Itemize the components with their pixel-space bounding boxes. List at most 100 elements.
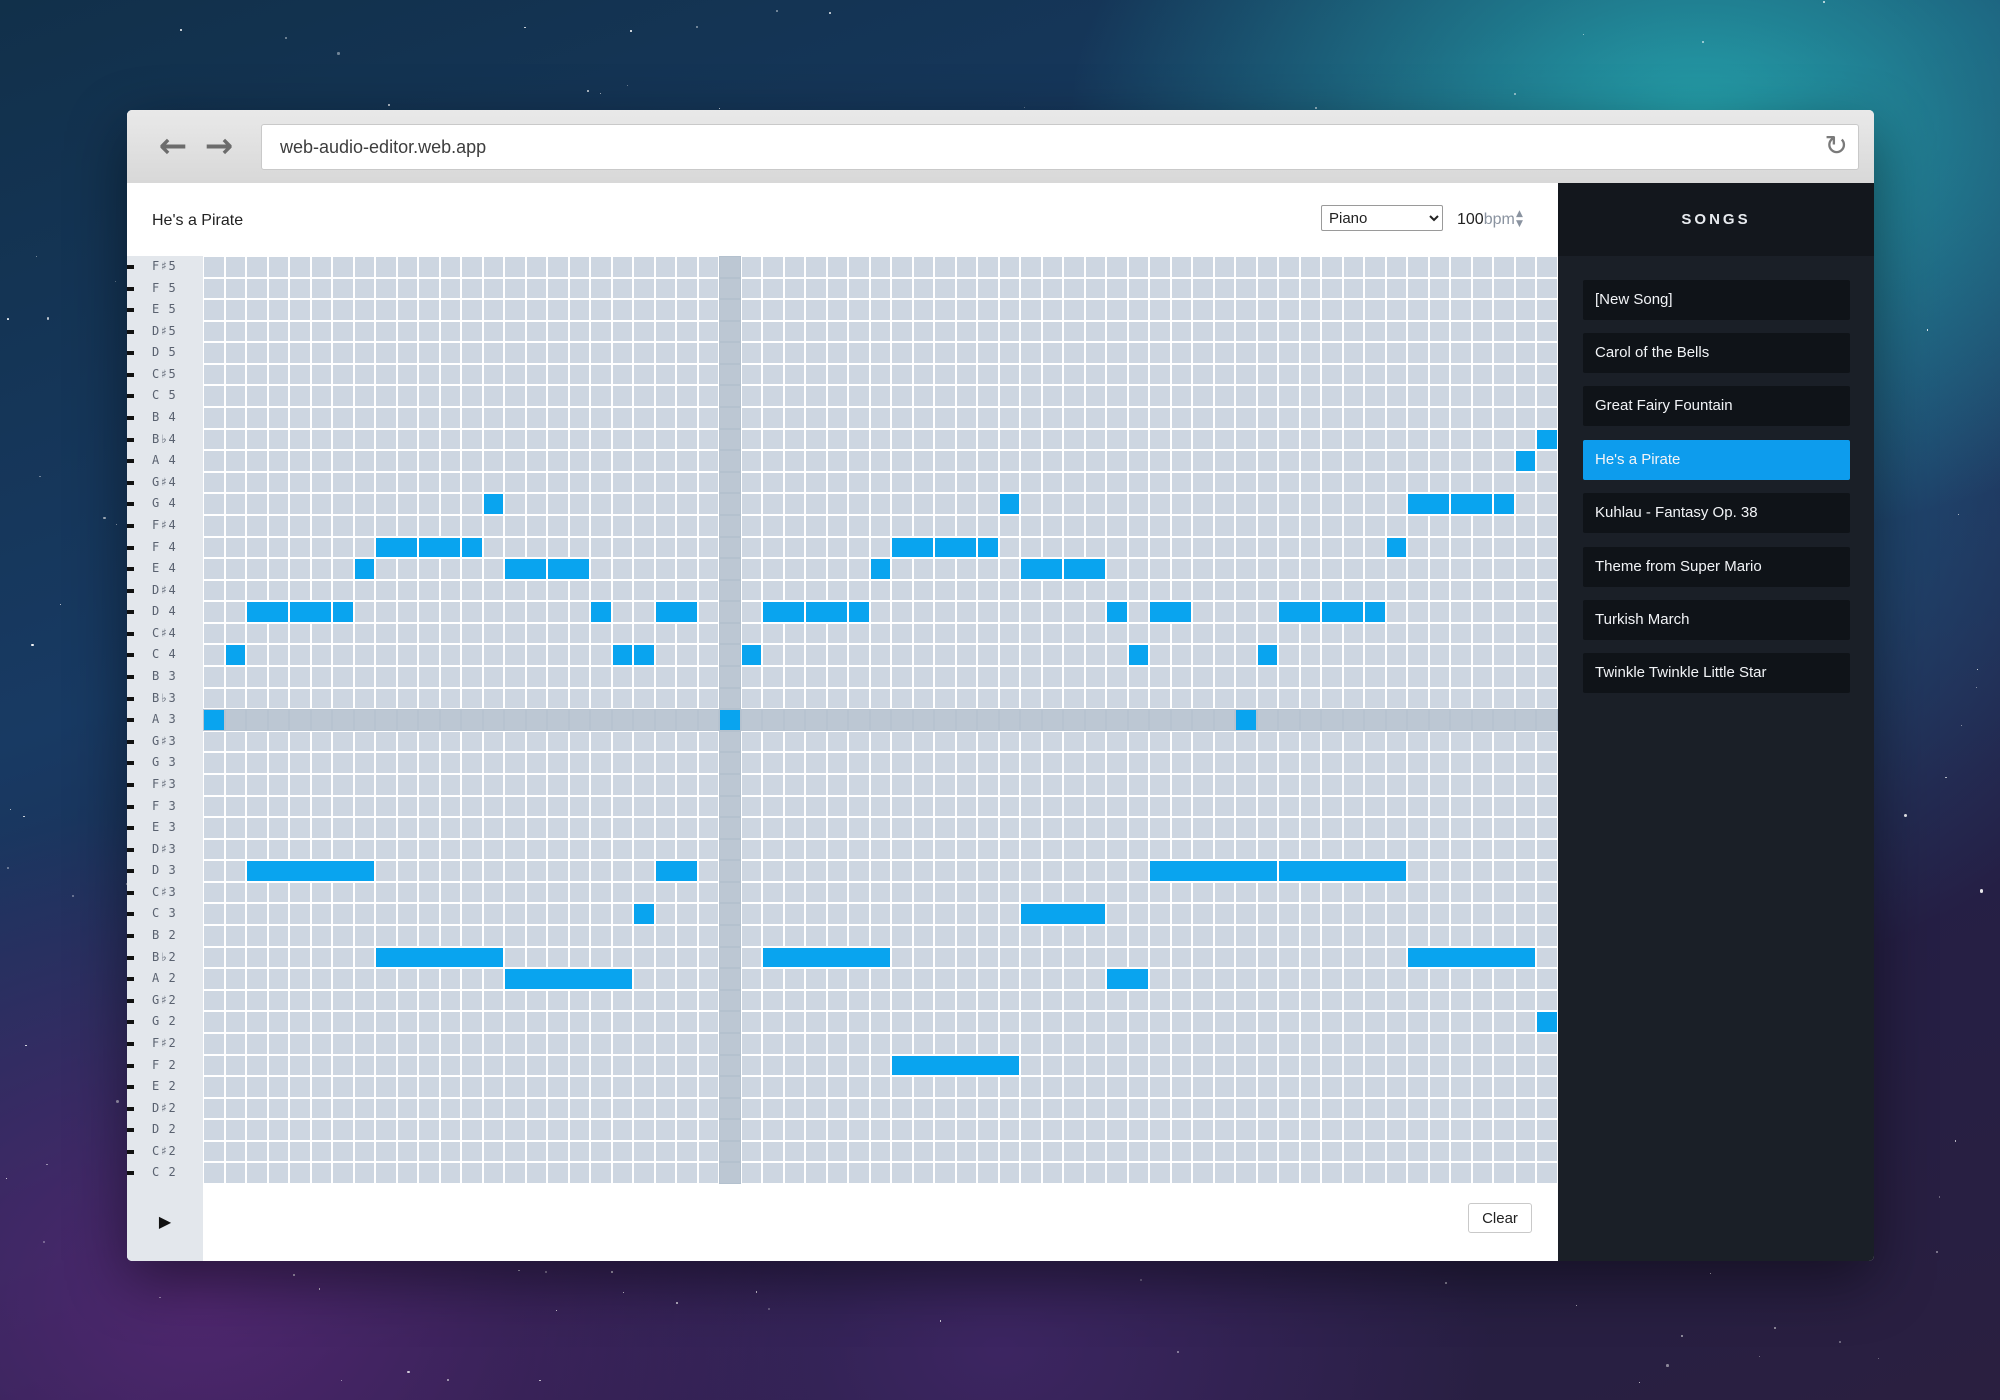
grid-cell[interactable] <box>827 969 848 989</box>
grid-cell[interactable] <box>1279 731 1299 752</box>
grid-cell[interactable] <box>1107 990 1127 1011</box>
grid-cell[interactable] <box>806 364 826 385</box>
grid-cell[interactable] <box>548 947 568 968</box>
grid-cell[interactable] <box>1021 753 1041 773</box>
grid-cell[interactable] <box>526 278 547 299</box>
grid-cell[interactable] <box>1537 321 1557 342</box>
grid-cell[interactable] <box>655 753 676 773</box>
note-block[interactable] <box>1537 1012 1557 1032</box>
grid-cell[interactable] <box>419 667 439 687</box>
grid-cell[interactable] <box>569 537 590 558</box>
grid-cell[interactable] <box>870 278 891 299</box>
grid-cell[interactable] <box>1343 969 1364 989</box>
grid-cell[interactable] <box>1021 1033 1041 1054</box>
grid-cell[interactable] <box>225 1120 245 1140</box>
grid-cell[interactable] <box>1236 904 1256 925</box>
grid-cell[interactable] <box>655 257 676 277</box>
grid-cell[interactable] <box>1537 861 1557 881</box>
grid-cell[interactable] <box>376 343 396 363</box>
grid-cell[interactable] <box>419 774 439 795</box>
grid-cell[interactable] <box>354 882 375 903</box>
grid-cell[interactable] <box>870 515 891 536</box>
grid-cell[interactable] <box>1257 559 1278 579</box>
note-block[interactable] <box>354 559 375 579</box>
grid-cell[interactable] <box>763 839 783 860</box>
grid-cell[interactable] <box>419 1120 439 1140</box>
grid-cell[interactable] <box>720 1077 740 1097</box>
grid-cell[interactable] <box>1365 796 1385 817</box>
grid-cell[interactable] <box>1171 990 1192 1011</box>
grid-cell[interactable] <box>913 386 934 407</box>
grid-cell[interactable] <box>483 580 504 601</box>
grid-cell[interactable] <box>1128 753 1149 773</box>
grid-cell[interactable] <box>1343 774 1364 795</box>
grid-cell[interactable] <box>268 300 289 320</box>
grid-cell[interactable] <box>978 515 998 536</box>
grid-cell[interactable] <box>440 580 461 601</box>
grid-cell[interactable] <box>913 451 934 471</box>
grid-cell[interactable] <box>483 1077 504 1097</box>
grid-cell[interactable] <box>1193 408 1213 428</box>
grid-cell[interactable] <box>913 580 934 601</box>
grid-cell[interactable] <box>268 408 289 428</box>
grid-cell[interactable] <box>612 774 633 795</box>
grid-cell[interactable] <box>978 882 998 903</box>
grid-cell[interactable] <box>247 667 267 687</box>
grid-cell[interactable] <box>290 408 310 428</box>
grid-cell[interactable] <box>698 753 719 773</box>
grid-cell[interactable] <box>1107 580 1127 601</box>
grid-cell[interactable] <box>1171 796 1192 817</box>
grid-cell[interactable] <box>720 796 740 817</box>
grid-cell[interactable] <box>1279 515 1299 536</box>
grid-cell[interactable] <box>1128 818 1149 838</box>
grid-cell[interactable] <box>913 321 934 342</box>
grid-cell[interactable] <box>935 472 955 493</box>
grid-cell[interactable] <box>1300 559 1321 579</box>
grid-cell[interactable] <box>1021 1141 1041 1162</box>
grid-cell[interactable] <box>677 904 697 925</box>
grid-cell[interactable] <box>1451 1141 1471 1162</box>
grid-cell[interactable] <box>634 688 654 709</box>
grid-cell[interactable] <box>333 364 353 385</box>
grid-cell[interactable] <box>204 926 224 946</box>
grid-cell[interactable] <box>978 623 998 644</box>
grid-cell[interactable] <box>741 451 762 471</box>
grid-cell[interactable] <box>1515 300 1536 320</box>
grid-cell[interactable] <box>397 300 418 320</box>
grid-cell[interactable] <box>634 408 654 428</box>
grid-cell[interactable] <box>720 1033 740 1054</box>
grid-cell[interactable] <box>591 926 611 946</box>
url-text[interactable]: web-audio-editor.web.app <box>280 137 486 158</box>
grid-cell[interactable] <box>999 300 1020 320</box>
grid-cell[interactable] <box>1322 300 1342 320</box>
grid-cell[interactable] <box>870 753 891 773</box>
grid-cell[interactable] <box>999 429 1020 450</box>
grid-cell[interactable] <box>1171 947 1192 968</box>
grid-cell[interactable] <box>1042 796 1063 817</box>
grid-cell[interactable] <box>892 386 912 407</box>
grid-cell[interactable] <box>333 753 353 773</box>
grid-cell[interactable] <box>1386 731 1407 752</box>
grid-cell[interactable] <box>612 1098 633 1119</box>
grid-cell[interactable] <box>1236 602 1256 622</box>
grid-cell[interactable] <box>1429 969 1450 989</box>
grid-cell[interactable] <box>612 1055 633 1076</box>
grid-cell[interactable] <box>677 645 697 666</box>
grid-cell[interactable] <box>569 1141 590 1162</box>
grid-cell[interactable] <box>720 1120 740 1140</box>
grid-cell[interactable] <box>1494 451 1514 471</box>
note-block[interactable] <box>1537 429 1557 450</box>
grid-cell[interactable] <box>419 300 439 320</box>
grid-cell[interactable] <box>440 1055 461 1076</box>
grid-cell[interactable] <box>698 343 719 363</box>
grid-cell[interactable] <box>333 494 353 514</box>
grid-cell[interactable] <box>892 494 912 514</box>
grid-cell[interactable] <box>462 839 482 860</box>
grid-cell[interactable] <box>225 861 245 881</box>
grid-cell[interactable] <box>892 753 912 773</box>
grid-cell[interactable] <box>1429 580 1450 601</box>
grid-cell[interactable] <box>1451 429 1471 450</box>
grid-cell[interactable] <box>1429 882 1450 903</box>
grid-cell[interactable] <box>290 537 310 558</box>
grid-cell[interactable] <box>204 580 224 601</box>
